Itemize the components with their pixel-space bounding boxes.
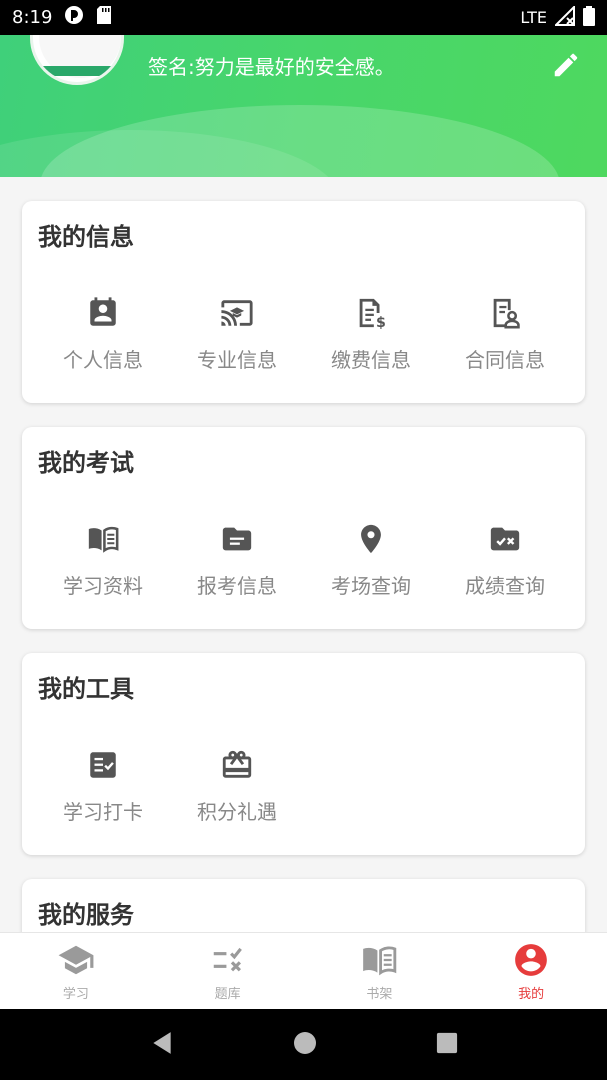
recents-button[interactable] — [436, 1032, 458, 1058]
card-my-info: 我的信息 个人信息 专业信息 $ 缴费信息 合同信息 — [22, 201, 585, 403]
menu-item-registration-info[interactable]: 报考信息 — [170, 522, 304, 599]
notification-app-icon — [64, 5, 84, 30]
checklist-icon — [90, 752, 116, 778]
folder-check-x-icon — [490, 527, 520, 551]
network-type: LTE — [520, 8, 547, 27]
menu-item-label: 个人信息 — [63, 348, 143, 372]
cast-education-icon — [221, 300, 253, 326]
menu-item-points-rewards[interactable]: 积分礼遇 — [170, 748, 304, 825]
nav-tab-mine[interactable]: 我的 — [455, 933, 607, 1009]
menu-item-label: 学习打卡 — [63, 800, 143, 824]
question-list-icon — [213, 947, 242, 971]
sd-card-icon — [96, 5, 112, 30]
system-navigation-bar — [0, 1009, 607, 1080]
graduation-cap-icon — [58, 945, 94, 974]
menu-item-label: 考场查询 — [331, 574, 411, 598]
signal-icon — [553, 4, 575, 30]
menu-item-label: 成绩查询 — [465, 574, 545, 598]
nav-label: 学习 — [62, 986, 89, 1002]
menu-item-label: 报考信息 — [197, 574, 277, 598]
card-title: 我的信息 — [38, 223, 134, 251]
card-my-tools: 我的工具 学习打卡 积分礼遇 — [22, 653, 585, 855]
nav-label: 我的 — [518, 986, 545, 1002]
avatar[interactable] — [30, 35, 124, 85]
home-button[interactable] — [293, 1031, 317, 1059]
nav-tab-bookshelf[interactable]: 书架 — [304, 933, 456, 1009]
status-bar: 8:19 LTE — [0, 0, 607, 35]
menu-item-label: 学习资料 — [63, 574, 143, 598]
menu-item-major-info[interactable]: 专业信息 — [170, 296, 304, 373]
nav-tab-study[interactable]: 学习 — [0, 933, 152, 1009]
card-my-services: 我的服务 — [22, 879, 585, 932]
nav-label: 题库 — [214, 986, 241, 1002]
home-circle-icon — [294, 1031, 317, 1054]
profile-header: 签名:努力是最好的安全感。 — [0, 35, 607, 177]
menu-item-personal-info[interactable]: 个人信息 — [36, 296, 170, 373]
svg-text:$: $ — [376, 315, 386, 330]
card-title: 我的服务 — [38, 901, 134, 929]
nav-tab-question-bank[interactable]: 题库 — [152, 933, 304, 1009]
pencil-icon — [554, 53, 578, 77]
menu-item-exam-venue-query[interactable]: 考场查询 — [304, 522, 438, 599]
recents-square-icon — [436, 1032, 457, 1053]
nav-label: 书架 — [366, 986, 393, 1002]
menu-item-study-materials[interactable]: 学习资料 — [36, 522, 170, 599]
profile-content: 我的信息 个人信息 专业信息 $ 缴费信息 合同信息 我的考试 学习资料 报考信… — [0, 177, 607, 932]
menu-item-label: 缴费信息 — [331, 348, 411, 372]
folder-list-icon — [222, 527, 252, 551]
menu-item-payment-info[interactable]: $ 缴费信息 — [304, 296, 438, 373]
status-time: 8:19 — [12, 7, 53, 28]
card-my-exams: 我的考试 学习资料 报考信息 考场查询 成绩查询 — [22, 427, 585, 629]
bottom-navigation: 学习 题库 书架 我的 — [0, 932, 607, 1009]
contract-person-icon — [493, 298, 520, 329]
card-title: 我的考试 — [38, 449, 134, 477]
menu-item-label: 专业信息 — [197, 348, 277, 372]
book-open-icon — [88, 526, 119, 553]
account-circle-icon — [515, 943, 547, 976]
signature-text: 签名:努力是最好的安全感。 — [148, 55, 395, 79]
back-triangle-icon — [153, 1031, 171, 1054]
location-pin-icon — [361, 524, 381, 554]
battery-icon — [583, 5, 595, 30]
menu-item-label: 积分礼遇 — [197, 800, 277, 824]
menu-item-study-checkin[interactable]: 学习打卡 — [36, 748, 170, 825]
edit-profile-button[interactable] — [548, 47, 584, 83]
card-title: 我的工具 — [38, 675, 134, 703]
contact-card-icon — [90, 297, 116, 326]
gift-card-icon — [222, 750, 252, 778]
invoice-dollar-icon: $ — [359, 298, 386, 330]
bookshelf-icon — [363, 945, 397, 975]
menu-item-contract-info[interactable]: 合同信息 — [438, 296, 572, 373]
menu-item-label: 合同信息 — [465, 348, 545, 372]
back-button[interactable] — [149, 1030, 175, 1060]
menu-item-score-query[interactable]: 成绩查询 — [438, 522, 572, 599]
